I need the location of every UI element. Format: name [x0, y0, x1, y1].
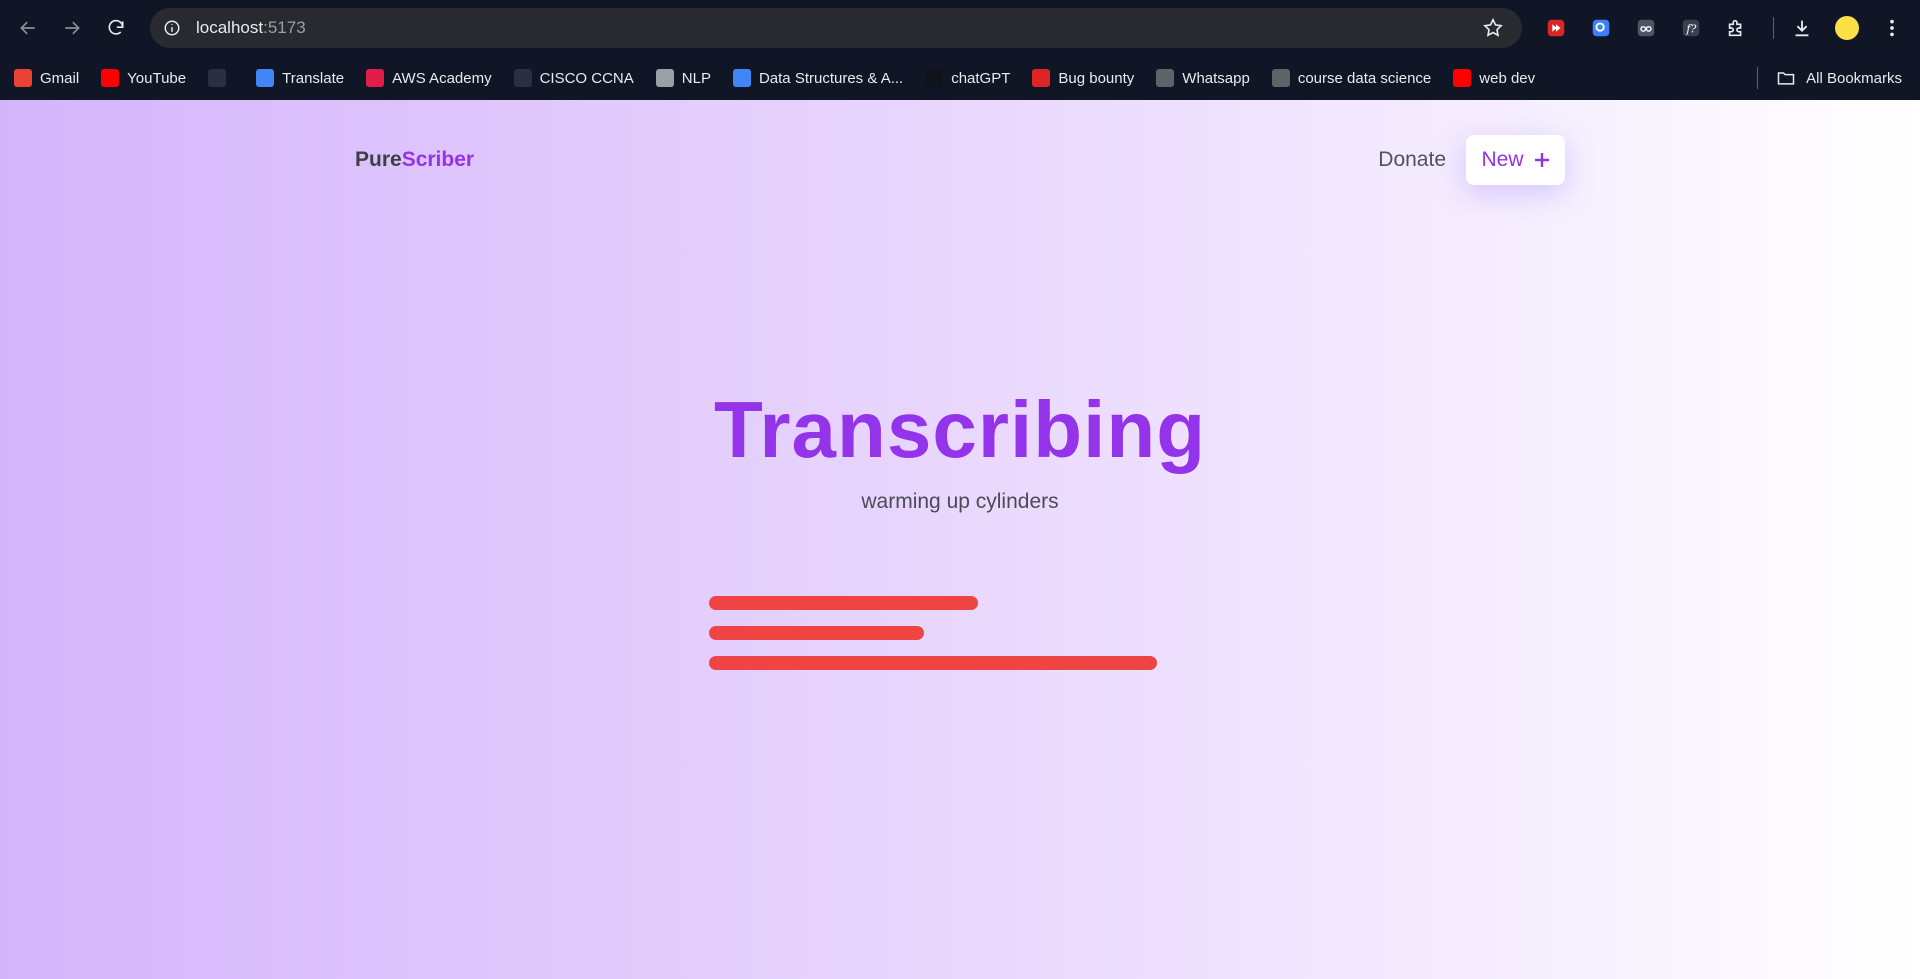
profile-avatar[interactable]: [1829, 10, 1865, 46]
reload-button[interactable]: [98, 10, 134, 46]
loading-bar: [709, 626, 924, 640]
loading-bar: [709, 656, 1157, 670]
back-button[interactable]: [10, 10, 46, 46]
dsa-icon: [732, 69, 751, 87]
grid-icon: [513, 69, 532, 87]
globe-icon: [1271, 69, 1290, 87]
extension-search-icon[interactable]: [1583, 10, 1619, 46]
bookmark-item[interactable]: CISCO CCNA: [513, 69, 634, 87]
extension-glasses-icon[interactable]: [1628, 10, 1664, 46]
bookmark-label: YouTube: [127, 69, 187, 87]
translate-icon: [256, 69, 275, 87]
arrow-left-icon: [20, 21, 35, 35]
bookmark-item[interactable]: Whatsapp: [1156, 69, 1250, 87]
bookmark-item[interactable]: [208, 69, 234, 87]
bookmark-item[interactable]: Gmail: [14, 69, 79, 87]
bookmark-label: Data Structures & A...: [758, 69, 904, 87]
bookmark-label: course data science: [1297, 69, 1432, 87]
app-logo[interactable]: PureScriber: [355, 148, 474, 172]
status-subtitle: warming up cylinders: [861, 490, 1059, 513]
folder-icon: [1777, 72, 1795, 85]
reload-icon: [108, 19, 124, 35]
grid-icon: [208, 69, 227, 87]
bookmark-item[interactable]: NLP: [655, 69, 711, 87]
logo-part-scriber: Scriber: [401, 148, 475, 171]
bookmark-label: CISCO CCNA: [539, 69, 634, 87]
youtube-icon: [1453, 69, 1472, 87]
extensions-area: f?: [1538, 10, 1919, 46]
toolbar-divider: [1773, 17, 1774, 39]
bug-icon: [1032, 69, 1051, 87]
new-button[interactable]: New: [1466, 135, 1565, 185]
loading-bars: [709, 596, 1157, 686]
bookmark-item[interactable]: Bug bounty: [1032, 69, 1134, 87]
bookmark-item[interactable]: chatGPT: [925, 69, 1010, 87]
gmail-icon: [14, 69, 32, 87]
svg-text:f?: f?: [1685, 23, 1696, 36]
new-button-label: New: [1481, 148, 1524, 171]
downloads-icon[interactable]: [1784, 10, 1820, 46]
bookmark-label: AWS Academy: [392, 69, 492, 87]
bookmark-label: Translate: [282, 69, 345, 87]
bookmark-item[interactable]: course data science: [1271, 69, 1432, 87]
menu-kebab-icon[interactable]: [1874, 10, 1910, 46]
extensions-puzzle-icon[interactable]: [1718, 10, 1754, 46]
loading-bar: [709, 596, 978, 610]
url-port: :5173: [263, 18, 306, 37]
bookmark-item[interactable]: Translate: [256, 69, 344, 87]
app-header: PureScriber Donate New: [355, 134, 1565, 186]
browser-toolbar: localhost:5173 f?: [0, 0, 1920, 56]
forward-button[interactable]: [54, 10, 90, 46]
globe-icon: [1156, 69, 1175, 87]
address-bar[interactable]: localhost:5173: [150, 8, 1522, 48]
avatar: [1835, 16, 1859, 40]
donate-link[interactable]: Donate: [1378, 148, 1446, 172]
bookmark-item[interactable]: AWS Academy: [366, 69, 492, 87]
bookmark-label: Whatsapp: [1182, 69, 1250, 87]
nlp-icon: [655, 69, 674, 87]
app-page: PureScriber Donate New Transcribing warm…: [0, 100, 1920, 979]
bookmark-item[interactable]: web dev: [1453, 69, 1535, 87]
bookmark-label: Gmail: [40, 69, 80, 87]
bookmark-label: Bug bounty: [1058, 69, 1135, 87]
transcribing-section: Transcribing warming up cylinders: [0, 390, 1920, 514]
plus-icon: [1534, 153, 1549, 167]
site-info-icon[interactable]: [162, 18, 182, 38]
youtube-icon: [101, 69, 120, 87]
bookmark-item[interactable]: YouTube: [101, 69, 186, 87]
extension-red-icon[interactable]: [1538, 10, 1574, 46]
aws-icon: [366, 69, 385, 87]
chatgpt-icon: [925, 69, 944, 87]
bookmark-label: web dev: [1479, 69, 1536, 87]
header-actions: Donate New: [1378, 135, 1565, 185]
logo-part-pure: Pure: [355, 148, 402, 171]
bookmark-item[interactable]: Data Structures & A...: [732, 69, 904, 87]
bookmark-label: NLP: [681, 69, 711, 87]
bookmarks-bar: Gmail YouTube Translate AWS Academy CISCO CC…: [0, 56, 1920, 100]
url-host: localhost: [196, 18, 264, 37]
extension-font-icon[interactable]: f?: [1673, 10, 1709, 46]
browser-chrome: localhost:5173 f? Gmail YouTube Translate A…: [0, 0, 1920, 100]
bookmarks-separator: [1757, 67, 1758, 89]
page-title: Transcribing: [713, 385, 1207, 474]
all-bookmarks-button[interactable]: All Bookmarks: [1776, 68, 1902, 88]
bookmark-label: chatGPT: [951, 69, 1011, 87]
bookmark-star-icon[interactable]: [1482, 17, 1504, 39]
arrow-right-icon: [65, 21, 80, 35]
all-bookmarks-label: All Bookmarks: [1806, 69, 1902, 87]
